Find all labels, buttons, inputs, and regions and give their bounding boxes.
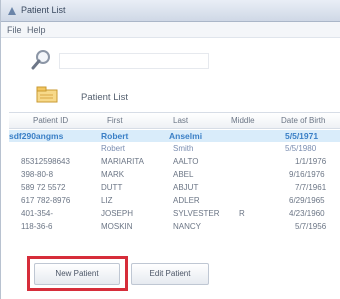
title-bar: Patient List (1, 0, 340, 22)
cell-dob: 9/16/1976 (289, 170, 325, 179)
cell-first: MOSKIN (101, 222, 133, 231)
cell-last: ADLER (173, 196, 200, 205)
cell-first: LIZ (101, 196, 113, 205)
cell-middle: R (239, 209, 245, 218)
menu-bar: File Help (1, 22, 340, 38)
window-title: Patient List (21, 5, 66, 15)
table-header: Patient ID First Last Middle Date of Bir… (9, 113, 340, 129)
cell-first: JOSEPH (101, 209, 134, 218)
cell-last: Anselmi (169, 131, 203, 141)
table-row[interactable]: 617 782-8976 LIZ ADLER 6/29/1965 (9, 195, 340, 207)
cell-dob: 5/7/1956 (295, 222, 327, 231)
cell-last: SYLVESTER (173, 209, 220, 218)
cell-dob: 4/23/1960 (289, 209, 325, 218)
app-icon (8, 7, 16, 15)
edit-patient-button[interactable]: Edit Patient (131, 263, 209, 285)
list-title: Patient List (81, 92, 128, 103)
cell-patient-id: 398-80-8 (21, 170, 54, 179)
table-row[interactable]: Robert Smith 5/5/1980 (9, 143, 340, 155)
table-row[interactable]: 589 72 5572 DUTT ABJUT 7/7/1961 (9, 182, 340, 194)
table-row[interactable]: 398-80-8 MARK ABEL 9/16/1976 (9, 169, 340, 181)
table-row[interactable]: 401-354- JOSEPH SYLVESTER R 4/23/1960 (9, 208, 340, 220)
cell-dob: 6/29/1965 (289, 196, 325, 205)
search-input[interactable] (59, 53, 209, 69)
cell-first: DUTT (101, 183, 123, 192)
cell-first: MARIARITA (101, 157, 144, 166)
cell-patient-id: 589 72 5572 (21, 183, 66, 192)
cell-last: ABJUT (173, 183, 199, 192)
column-header-dob[interactable]: Date of Birth (281, 116, 325, 125)
cell-first: Robert (101, 144, 126, 153)
cell-last: ABEL (173, 170, 194, 179)
search-icon[interactable] (31, 48, 53, 70)
cell-patient-id: 401-354- (21, 209, 54, 218)
cell-patient-id: 118-36-6 (21, 222, 53, 231)
cell-last: Smith (173, 144, 194, 153)
cell-patient-id: 617 782-8976 (21, 196, 71, 205)
column-header-middle[interactable]: Middle (231, 116, 255, 125)
folder-list-icon (36, 86, 58, 103)
table-row[interactable]: sdf290angms Robert Anselmi 5/5/1971 (9, 130, 340, 142)
table-row[interactable]: 85312598643 MARIARITA AALTO 1/1/1976 (9, 156, 340, 168)
cell-first: Robert (101, 131, 129, 141)
cell-first: MARK (101, 170, 125, 179)
cell-dob: 5/5/1980 (285, 144, 317, 153)
column-header-last[interactable]: Last (173, 116, 188, 125)
column-header-first[interactable]: First (107, 116, 123, 125)
patient-list-window: Patient List File Help Patient List Pati… (0, 0, 340, 299)
menu-file[interactable]: File (7, 25, 22, 35)
cell-last: AALTO (173, 157, 199, 166)
menu-help[interactable]: Help (27, 25, 46, 35)
cell-dob: 1/1/1976 (295, 157, 327, 166)
cell-last: NANCY (173, 222, 202, 231)
patient-table: Patient ID First Last Middle Date of Bir… (9, 112, 340, 260)
cell-patient-id: sdf290angms (9, 131, 64, 141)
column-header-patient-id[interactable]: Patient ID (33, 116, 68, 125)
table-row[interactable]: 118-36-6 MOSKIN NANCY 5/7/1956 (9, 221, 340, 233)
cell-patient-id: 85312598643 (21, 157, 70, 166)
highlight-box (27, 256, 128, 291)
cell-dob: 7/7/1961 (295, 183, 327, 192)
cell-dob: 5/5/1971 (285, 131, 319, 141)
